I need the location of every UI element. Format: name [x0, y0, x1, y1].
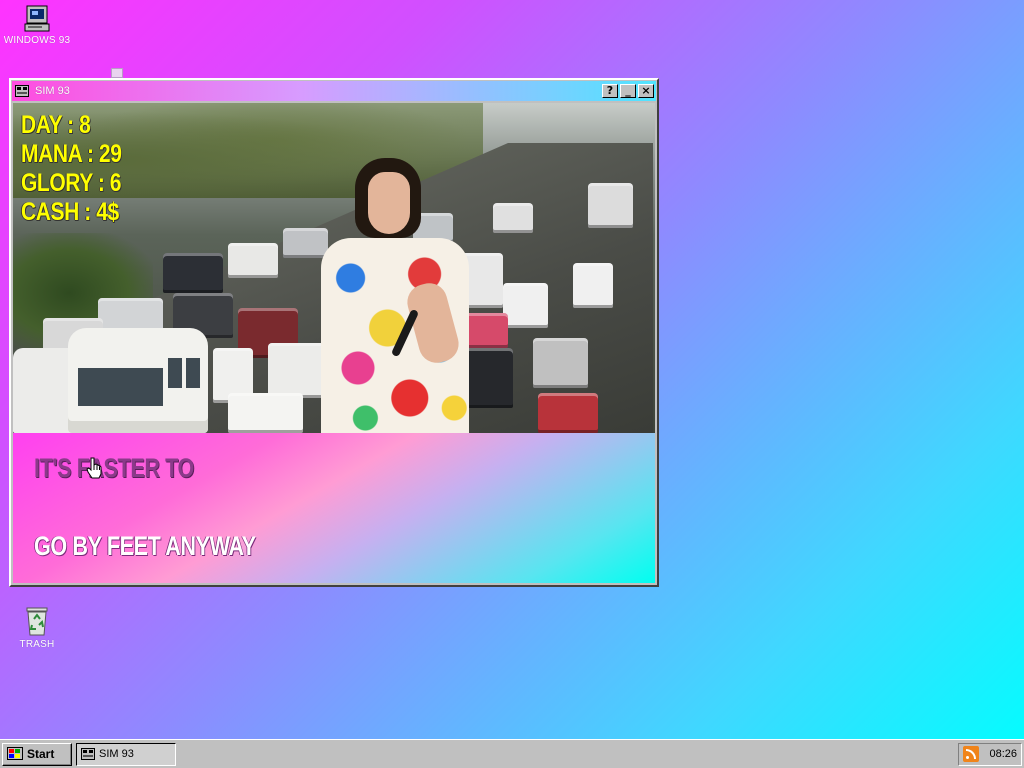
car	[228, 393, 303, 433]
car	[163, 253, 223, 293]
white-van	[68, 328, 208, 433]
stat-mana: MANA : 29	[21, 140, 122, 168]
game-window: SIM 93 ? _ × DAY: 8 MANA: 29 GLORY: 6…	[9, 78, 659, 587]
desktop-artifact	[111, 68, 123, 78]
window-title: SIM 93	[35, 85, 70, 97]
system-tray: 08:26	[958, 742, 1022, 766]
windows-logo-icon	[7, 747, 23, 760]
stat-glory: GLORY : 6	[21, 169, 122, 197]
singer-person	[313, 158, 473, 433]
choices-panel: IT'S FASTER TO GO BY FEET ANYWAY	[13, 433, 655, 583]
hand-cursor-icon	[86, 457, 102, 479]
window-titlebar[interactable]: SIM 93 ? _ ×	[12, 81, 656, 101]
game-content: DAY : 8 MANA : 29 GLORY : 6 CASH : 4$ IT…	[13, 103, 655, 583]
help-button[interactable]: ?	[602, 84, 618, 98]
close-button[interactable]: ×	[638, 84, 654, 98]
choice-option-2[interactable]: GO BY FEET ANYWAY	[34, 531, 256, 562]
car	[493, 203, 533, 233]
traffic-scene-image: DAY : 8 MANA : 29 GLORY : 6 CASH : 4$	[13, 103, 655, 433]
car	[228, 243, 278, 278]
clock: 08:26	[989, 748, 1017, 760]
recycle-bin-icon	[26, 607, 48, 636]
stat-cash: CASH : 4$	[21, 198, 119, 226]
car	[588, 183, 633, 228]
choice-option-1[interactable]: IT'S FASTER TO	[34, 453, 194, 484]
stat-day: DAY : 8	[21, 111, 91, 139]
task-button-sim93[interactable]: SIM 93	[76, 742, 176, 766]
app-icon	[15, 85, 29, 97]
desktop-icon-label: WINDOWS 93	[3, 35, 71, 46]
task-label: SIM 93	[99, 748, 134, 760]
start-label: Start	[27, 747, 55, 761]
desktop-icon-trash[interactable]: TRASH	[0, 605, 77, 650]
car	[503, 283, 548, 328]
car	[533, 338, 588, 388]
desktop-icon-label: TRASH	[19, 639, 55, 650]
rss-icon[interactable]	[963, 746, 979, 762]
app-icon	[81, 748, 95, 760]
taskbar: Start SIM 93 08:26	[0, 739, 1024, 768]
car	[573, 263, 613, 308]
computer-icon	[24, 5, 50, 32]
start-button[interactable]: Start	[2, 742, 72, 766]
stats-overlay: DAY : 8 MANA : 29 GLORY : 6 CASH : 4$	[21, 111, 141, 227]
car	[538, 393, 598, 433]
minimize-button[interactable]: _	[620, 84, 636, 98]
desktop-icon-windows93[interactable]: WINDOWS 93	[0, 5, 77, 46]
